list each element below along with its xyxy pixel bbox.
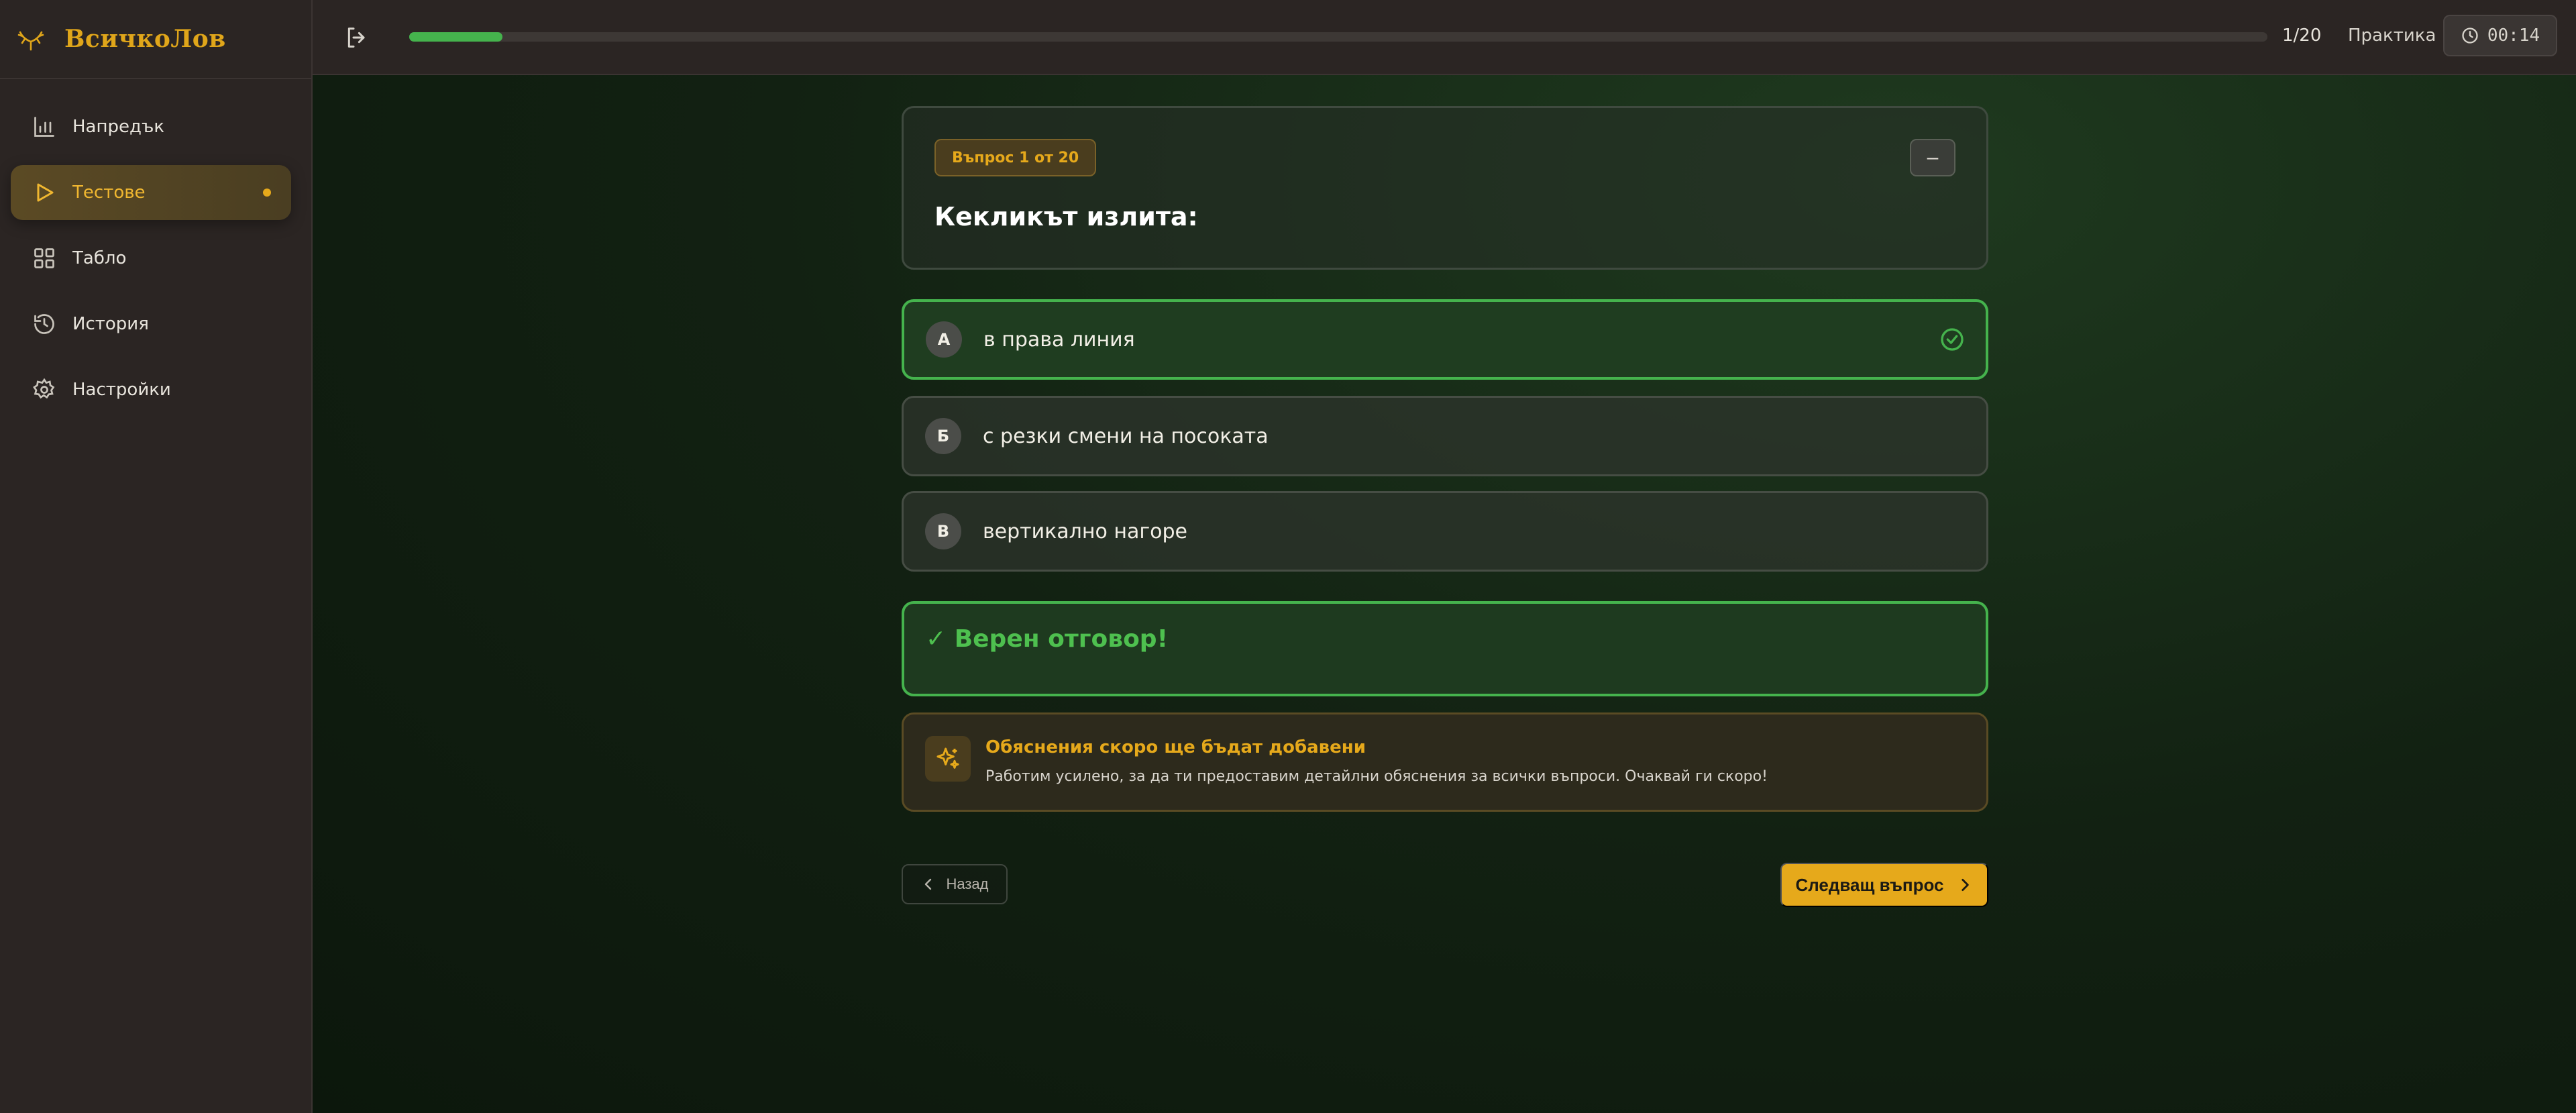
sidebar-item-label: Напредък — [72, 117, 165, 137]
main-content: Въпрос 1 от 20 – Кекликът излита: А в пр… — [313, 75, 2576, 1113]
option-letter: А — [926, 321, 962, 358]
option-text: вертикално нагоре — [983, 519, 1187, 543]
option-text: с резки смени на посоката — [983, 424, 1269, 448]
option-text: в права линия — [983, 327, 1135, 352]
explanation-title: Обяснения скоро ще бъдат добавени — [985, 737, 1366, 757]
active-indicator-dot — [263, 189, 271, 197]
collapse-button[interactable]: – — [1910, 139, 1955, 176]
sidebar-item-label: Тестове — [72, 182, 146, 203]
chevron-right-icon — [1961, 879, 1969, 891]
antlers-icon — [17, 31, 44, 51]
back-button-label: Назад — [946, 876, 989, 892]
next-question-button[interactable]: Следващ въпрос — [1780, 863, 1988, 907]
question-badge: Въпрос 1 от 20 — [934, 139, 1097, 176]
next-button-label: Следващ въпрос — [1795, 874, 1944, 895]
sparkles-icon — [936, 747, 959, 769]
result-banner: ✓ Верен отговор! — [902, 601, 1988, 696]
sidebar-item-tests[interactable]: Тестове — [11, 165, 291, 220]
result-text: ✓ Верен отговор! — [926, 625, 1168, 653]
brand-name: ВсичкоЛов — [64, 25, 226, 53]
timer: 00:14 — [2443, 15, 2557, 56]
answer-option-a[interactable]: А в права линия — [902, 299, 1988, 380]
chart-bar-icon — [34, 117, 54, 137]
sidebar-nav: Напредък Тестове Табло История Настройки — [0, 79, 311, 400]
history-icon — [34, 314, 54, 334]
back-button[interactable]: Назад — [902, 864, 1008, 904]
check-circle-icon — [1941, 328, 1964, 351]
explanation-notice: Обяснения скоро ще бъдат добавени Работи… — [902, 712, 1988, 812]
option-letter: В — [925, 513, 961, 549]
sidebar-item-label: История — [72, 314, 149, 334]
brand[interactable]: ВсичкоЛов — [0, 0, 311, 79]
answer-option-c[interactable]: В вертикално нагоре — [902, 491, 1988, 572]
sparkles-icon-box — [925, 736, 971, 782]
sidebar-item-progress[interactable]: Напредък — [11, 99, 291, 154]
progress-bar — [409, 32, 2267, 42]
sidebar-item-settings[interactable]: Настройки — [11, 362, 291, 417]
sidebar-item-label: Табло — [72, 248, 127, 268]
chevron-left-icon — [925, 878, 932, 890]
topbar: 1/20 Практика 00:14 — [313, 0, 2576, 75]
play-icon — [37, 183, 54, 202]
exit-icon[interactable] — [343, 24, 370, 51]
clock-icon — [2462, 28, 2478, 44]
sidebar: ВсичкоЛов Напредък Тестове Табло История… — [0, 0, 313, 1113]
mode-label: Практика — [2348, 25, 2436, 46]
answer-option-b[interactable]: Б с резки смени на посоката — [902, 396, 1988, 476]
explanation-text: Работим усилено, за да ти предоставим де… — [985, 768, 1768, 785]
sidebar-item-dashboard[interactable]: Табло — [11, 231, 291, 286]
option-letter: Б — [925, 418, 961, 454]
grid-icon — [34, 248, 54, 268]
progress-fill — [409, 32, 502, 42]
question-card: Въпрос 1 от 20 – Кекликът излита: — [902, 106, 1988, 270]
sidebar-item-label: Настройки — [72, 380, 171, 400]
gear-icon — [33, 378, 55, 399]
question-text: Кекликът излита: — [934, 202, 1198, 231]
sidebar-item-history[interactable]: История — [11, 297, 291, 352]
timer-value: 00:14 — [2487, 25, 2540, 46]
question-counter: 1/20 — [2282, 25, 2322, 46]
